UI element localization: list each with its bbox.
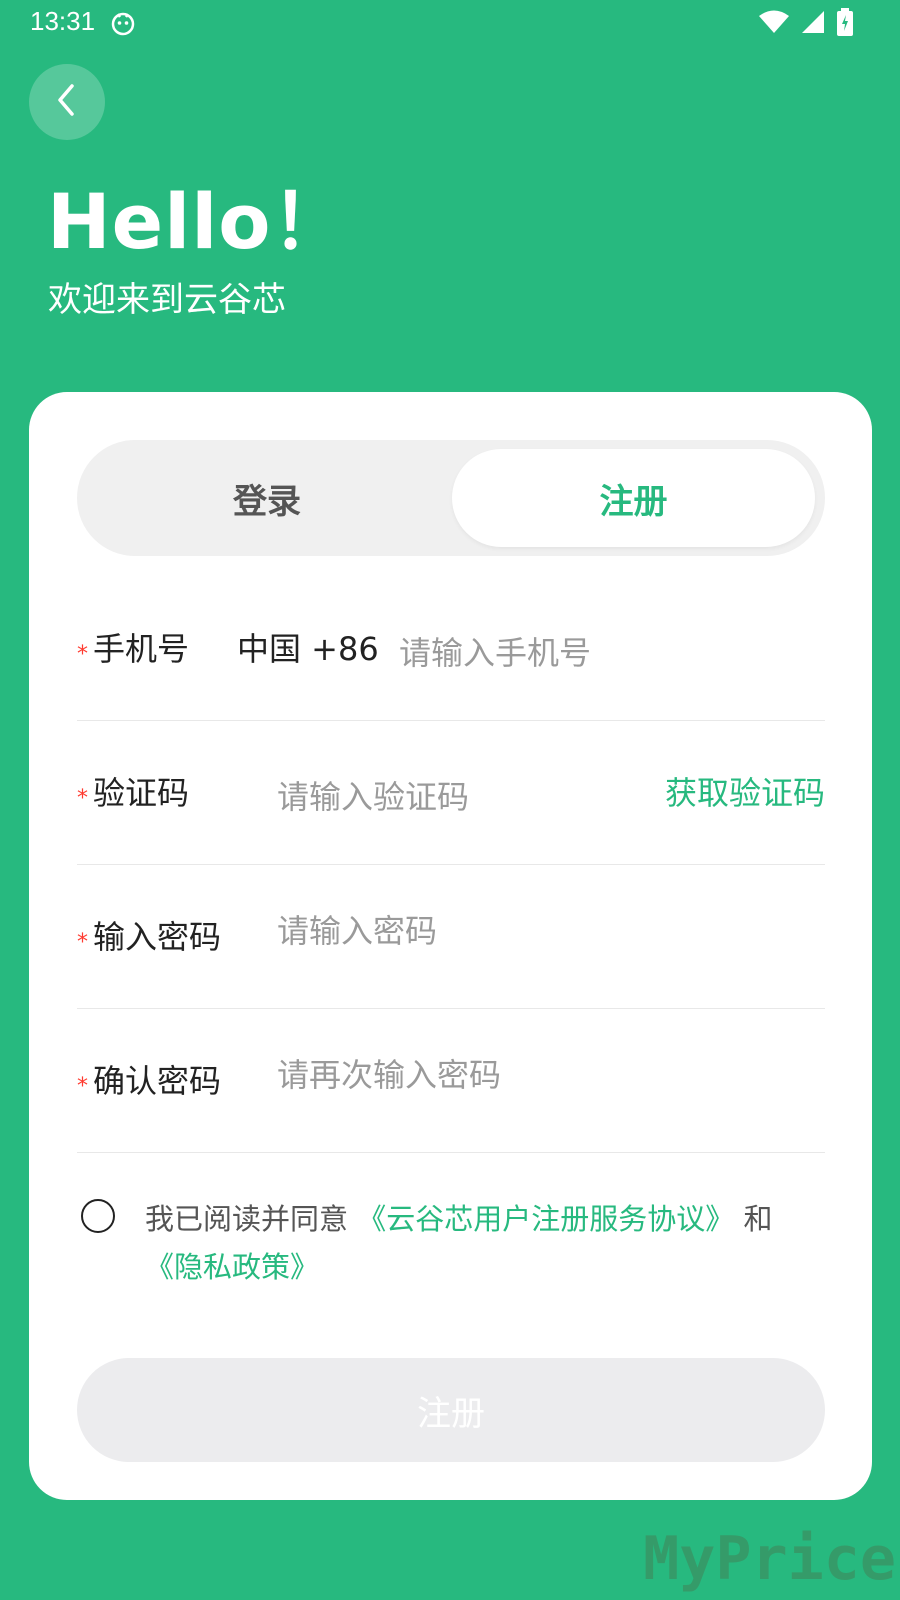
page-subtitle: 欢迎来到云谷芯: [48, 280, 286, 320]
confirm-password-field-row: * 确认密码: [77, 1008, 825, 1153]
confirm-password-label: 确认密码: [93, 1062, 222, 1100]
status-face-icon: [110, 10, 136, 36]
status-icons: [758, 8, 854, 40]
required-mark: *: [77, 786, 88, 811]
agreement-text: 我已阅读并同意 《云谷芯用户注册服务协议》 和 《隐私政策》: [145, 1195, 835, 1291]
code-input[interactable]: [277, 778, 617, 816]
battery-icon: [836, 8, 854, 40]
privacy-policy-link[interactable]: 《隐私政策》: [145, 1250, 319, 1284]
password-field-row: * 输入密码: [77, 864, 825, 1009]
code-field-row: * 验证码 获取验证码: [77, 720, 825, 865]
signal-icon: [800, 9, 826, 39]
register-submit-button[interactable]: 注册: [77, 1358, 825, 1462]
phone-label: 手机号: [93, 630, 190, 668]
country-code-selector[interactable]: 中国 +86: [237, 624, 379, 670]
status-bar: 13:31: [0, 0, 900, 46]
watermark-logo: MyPrice: [643, 1524, 896, 1594]
code-label: 验证码: [93, 774, 190, 812]
confirm-password-input[interactable]: [277, 1056, 777, 1094]
agreement-prefix: 我已阅读并同意: [145, 1202, 349, 1236]
password-input[interactable]: [277, 912, 777, 950]
service-agreement-link[interactable]: 《云谷芯用户注册服务协议》: [357, 1202, 734, 1236]
phone-input[interactable]: [399, 634, 799, 672]
tab-login[interactable]: 登录: [77, 440, 457, 556]
get-code-button[interactable]: 获取验证码: [665, 768, 825, 814]
required-mark: *: [77, 642, 88, 667]
tab-register[interactable]: 注册: [452, 449, 815, 547]
required-mark: *: [77, 930, 88, 955]
tab-switcher: 登录 注册: [77, 440, 825, 556]
password-label: 输入密码: [93, 918, 222, 956]
phone-field-row: * 手机号 中国 +86: [77, 576, 825, 721]
agreement-checkbox[interactable]: [81, 1199, 115, 1233]
status-time: 13:31: [30, 6, 96, 36]
wifi-icon: [758, 9, 790, 39]
register-card: 登录 注册 * 手机号 中国 +86 * 验证码 获取验证码 * 输入密码 * …: [29, 392, 872, 1500]
back-button[interactable]: [29, 64, 105, 140]
required-mark: *: [77, 1074, 88, 1099]
page-title: Hello！: [47, 177, 349, 266]
back-arrow-icon: [52, 80, 82, 124]
agreement-and: 和: [743, 1202, 773, 1236]
